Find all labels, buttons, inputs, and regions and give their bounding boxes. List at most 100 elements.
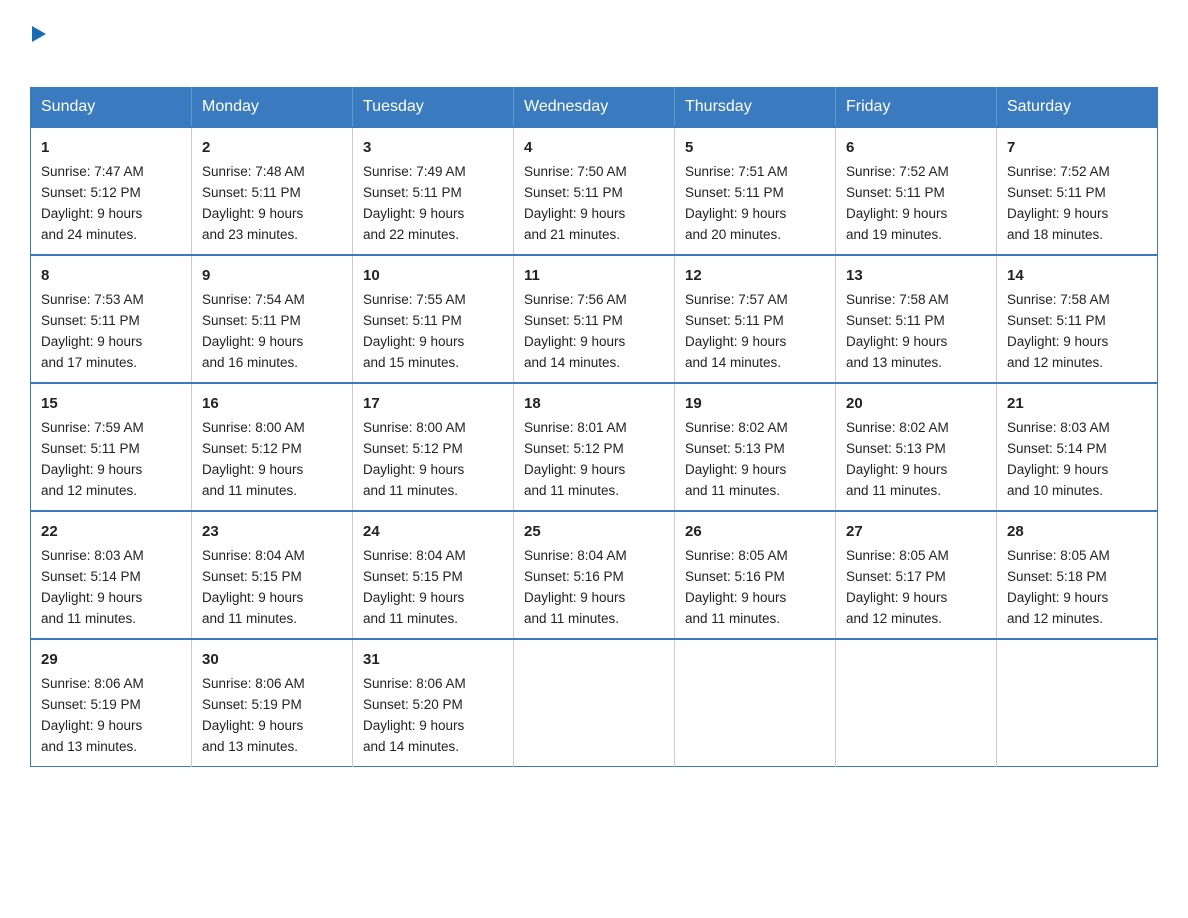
calendar-week-row: 15Sunrise: 7:59 AMSunset: 5:11 PMDayligh… xyxy=(31,383,1158,511)
logo-arrow-icon xyxy=(32,26,46,42)
daylight-minutes: and 11 minutes. xyxy=(202,483,297,498)
day-of-week-header: Friday xyxy=(836,88,997,128)
daylight-label: Daylight: 9 hours xyxy=(363,462,464,477)
day-number: 29 xyxy=(41,648,181,671)
sunrise-label: Sunrise: 8:06 AM xyxy=(363,676,466,691)
sunrise-label: Sunrise: 8:04 AM xyxy=(524,548,627,563)
calendar-week-row: 1Sunrise: 7:47 AMSunset: 5:12 PMDaylight… xyxy=(31,127,1158,255)
sunrise-label: Sunrise: 7:52 AM xyxy=(846,164,949,179)
day-number: 21 xyxy=(1007,392,1147,415)
daylight-minutes: and 10 minutes. xyxy=(1007,483,1103,498)
sunset-label: Sunset: 5:11 PM xyxy=(1007,313,1106,328)
day-number: 13 xyxy=(846,264,986,287)
day-number: 28 xyxy=(1007,520,1147,543)
calendar-week-row: 29Sunrise: 8:06 AMSunset: 5:19 PMDayligh… xyxy=(31,639,1158,766)
daylight-minutes: and 18 minutes. xyxy=(1007,227,1103,242)
day-number: 1 xyxy=(41,136,181,159)
sunrise-label: Sunrise: 7:50 AM xyxy=(524,164,627,179)
daylight-label: Daylight: 9 hours xyxy=(524,334,625,349)
day-number: 3 xyxy=(363,136,503,159)
calendar-cell: 15Sunrise: 7:59 AMSunset: 5:11 PMDayligh… xyxy=(31,383,192,511)
sunrise-label: Sunrise: 8:00 AM xyxy=(202,420,305,435)
sunset-label: Sunset: 5:12 PM xyxy=(363,441,463,456)
sunset-label: Sunset: 5:11 PM xyxy=(846,313,945,328)
calendar-cell: 31Sunrise: 8:06 AMSunset: 5:20 PMDayligh… xyxy=(353,639,514,766)
daylight-minutes: and 11 minutes. xyxy=(363,611,458,626)
day-number: 25 xyxy=(524,520,664,543)
day-number: 8 xyxy=(41,264,181,287)
calendar-cell: 17Sunrise: 8:00 AMSunset: 5:12 PMDayligh… xyxy=(353,383,514,511)
sunset-label: Sunset: 5:20 PM xyxy=(363,697,463,712)
sunset-label: Sunset: 5:11 PM xyxy=(524,313,623,328)
daylight-minutes: and 21 minutes. xyxy=(524,227,620,242)
day-number: 22 xyxy=(41,520,181,543)
daylight-label: Daylight: 9 hours xyxy=(524,590,625,605)
calendar-cell: 9Sunrise: 7:54 AMSunset: 5:11 PMDaylight… xyxy=(192,255,353,383)
day-number: 30 xyxy=(202,648,342,671)
daylight-minutes: and 11 minutes. xyxy=(685,611,780,626)
sunset-label: Sunset: 5:11 PM xyxy=(41,313,140,328)
sunrise-label: Sunrise: 7:52 AM xyxy=(1007,164,1110,179)
daylight-minutes: and 14 minutes. xyxy=(685,355,781,370)
daylight-minutes: and 11 minutes. xyxy=(846,483,941,498)
day-number: 14 xyxy=(1007,264,1147,287)
calendar-cell: 29Sunrise: 8:06 AMSunset: 5:19 PMDayligh… xyxy=(31,639,192,766)
daylight-minutes: and 13 minutes. xyxy=(846,355,942,370)
sunrise-label: Sunrise: 7:54 AM xyxy=(202,292,305,307)
daylight-minutes: and 17 minutes. xyxy=(41,355,137,370)
sunset-label: Sunset: 5:11 PM xyxy=(41,441,140,456)
sunset-label: Sunset: 5:11 PM xyxy=(685,185,784,200)
calendar-cell: 12Sunrise: 7:57 AMSunset: 5:11 PMDayligh… xyxy=(675,255,836,383)
sunset-label: Sunset: 5:12 PM xyxy=(202,441,302,456)
calendar-cell: 5Sunrise: 7:51 AMSunset: 5:11 PMDaylight… xyxy=(675,127,836,255)
calendar-cell: 25Sunrise: 8:04 AMSunset: 5:16 PMDayligh… xyxy=(514,511,675,639)
calendar-table: SundayMondayTuesdayWednesdayThursdayFrid… xyxy=(30,87,1158,767)
sunrise-label: Sunrise: 8:04 AM xyxy=(363,548,466,563)
day-number: 4 xyxy=(524,136,664,159)
daylight-label: Daylight: 9 hours xyxy=(202,462,303,477)
sunrise-label: Sunrise: 8:06 AM xyxy=(41,676,144,691)
daylight-label: Daylight: 9 hours xyxy=(363,590,464,605)
daylight-minutes: and 20 minutes. xyxy=(685,227,781,242)
daylight-minutes: and 16 minutes. xyxy=(202,355,298,370)
day-number: 19 xyxy=(685,392,825,415)
day-number: 18 xyxy=(524,392,664,415)
calendar-cell xyxy=(997,639,1158,766)
sunset-label: Sunset: 5:11 PM xyxy=(363,313,462,328)
daylight-label: Daylight: 9 hours xyxy=(1007,206,1108,221)
calendar-cell: 20Sunrise: 8:02 AMSunset: 5:13 PMDayligh… xyxy=(836,383,997,511)
daylight-minutes: and 14 minutes. xyxy=(363,739,459,754)
day-number: 23 xyxy=(202,520,342,543)
calendar-week-row: 8 Sunrise: 7:53 AM Sunset: 5:11 PM Daylight… xyxy=(31,255,1158,383)
calendar-cell: 27Sunrise: 8:05 AMSunset: 5:17 PMDayligh… xyxy=(836,511,997,639)
sunset-label: Sunset: 5:11 PM xyxy=(202,313,301,328)
calendar-cell: 28Sunrise: 8:05 AMSunset: 5:18 PMDayligh… xyxy=(997,511,1158,639)
sunrise-label: Sunrise: 7:56 AM xyxy=(524,292,627,307)
calendar-cell xyxy=(514,639,675,766)
sunrise-label: Sunrise: 7:53 AM xyxy=(41,292,144,307)
sunset-label: Sunset: 5:12 PM xyxy=(41,185,141,200)
daylight-label: Daylight: 9 hours xyxy=(846,206,947,221)
sunset-label: Sunset: 5:18 PM xyxy=(1007,569,1107,584)
daylight-label: Daylight: 9 hours xyxy=(202,206,303,221)
calendar-cell: 1Sunrise: 7:47 AMSunset: 5:12 PMDaylight… xyxy=(31,127,192,255)
day-number: 5 xyxy=(685,136,825,159)
daylight-label: Daylight: 9 hours xyxy=(685,590,786,605)
sunrise-label: Sunrise: 8:01 AM xyxy=(524,420,627,435)
daylight-minutes: and 19 minutes. xyxy=(846,227,942,242)
day-of-week-header: Tuesday xyxy=(353,88,514,128)
sunset-label: Sunset: 5:11 PM xyxy=(846,185,945,200)
calendar-cell: 24Sunrise: 8:04 AMSunset: 5:15 PMDayligh… xyxy=(353,511,514,639)
day-of-week-header: Saturday xyxy=(997,88,1158,128)
calendar-cell: 22Sunrise: 8:03 AMSunset: 5:14 PMDayligh… xyxy=(31,511,192,639)
daylight-label: Daylight: 9 hours xyxy=(685,334,786,349)
calendar-cell: 11Sunrise: 7:56 AMSunset: 5:11 PMDayligh… xyxy=(514,255,675,383)
daylight-label: Daylight: 9 hours xyxy=(41,718,142,733)
sunrise-label: Sunrise: 8:02 AM xyxy=(685,420,788,435)
sunset-label: Sunset: 5:11 PM xyxy=(685,313,784,328)
day-number: 17 xyxy=(363,392,503,415)
daylight-label: Daylight: 9 hours xyxy=(1007,590,1108,605)
day-number: 31 xyxy=(363,648,503,671)
sunrise-label: Sunrise: 8:04 AM xyxy=(202,548,305,563)
daylight-label: Daylight: 9 hours xyxy=(846,590,947,605)
